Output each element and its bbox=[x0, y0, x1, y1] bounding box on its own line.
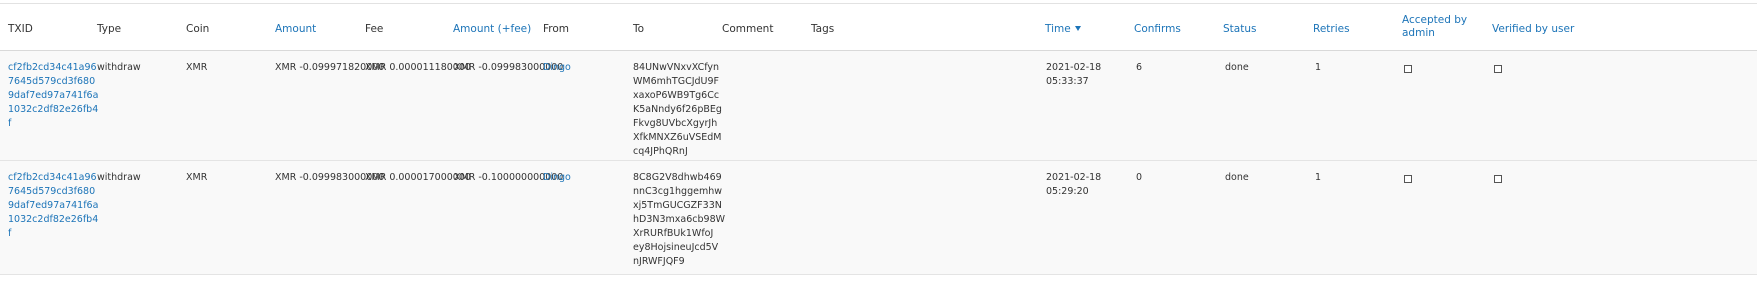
type-cell: withdraw bbox=[97, 62, 141, 73]
to-address-cell: 8C8G2V8dhwb469 nnC3cg1hggemhw xj5TmGUCGZ… bbox=[633, 172, 726, 267]
header-txid: TXID bbox=[8, 23, 33, 35]
status-cell: done bbox=[1225, 172, 1249, 183]
txid-link[interactable]: cf2fb2cd34c41a96 7645d579cd3f680 9daf7ed… bbox=[8, 61, 98, 131]
type-cell: withdraw bbox=[97, 172, 141, 183]
header-comment: Comment bbox=[722, 23, 774, 35]
header-coin: Coin bbox=[186, 23, 210, 35]
header-tags: Tags bbox=[811, 23, 835, 35]
accepted-checkbox[interactable] bbox=[1404, 175, 1412, 183]
table-header: TXID Type Coin Amount Fee Amount (+fee) … bbox=[0, 4, 1757, 51]
from-link[interactable]: Dingo bbox=[543, 61, 571, 75]
time-cell: 2021-02-18 05:33:37 bbox=[1046, 62, 1102, 87]
header-time-sort[interactable]: Time bbox=[1045, 22, 1081, 36]
header-accepted-sort-link[interactable]: Accepted by admin bbox=[1402, 14, 1467, 40]
retries-cell: 1 bbox=[1315, 62, 1322, 73]
header-verified-sort-link[interactable]: Verified by user bbox=[1492, 22, 1574, 36]
confirms-cell: 0 bbox=[1136, 172, 1143, 183]
header-type: Type bbox=[97, 23, 122, 35]
retries-cell: 1 bbox=[1315, 172, 1322, 183]
header-status-sort-link[interactable]: Status bbox=[1223, 22, 1256, 36]
status-cell: done bbox=[1225, 62, 1249, 73]
to-address-cell: 84UNwVNxvXCfyn WM6mhTGCJdU9F xaxoP6WB9Tg… bbox=[633, 62, 722, 157]
confirms-cell: 6 bbox=[1136, 62, 1143, 73]
from-link[interactable]: Dingo bbox=[543, 171, 571, 185]
coin-cell: XMR bbox=[186, 62, 208, 73]
header-from: From bbox=[543, 23, 570, 35]
txid-link[interactable]: cf2fb2cd34c41a96 7645d579cd3f680 9daf7ed… bbox=[8, 171, 98, 241]
header-time-label: Time bbox=[1045, 23, 1071, 35]
coin-cell: XMR bbox=[186, 172, 208, 183]
time-cell: 2021-02-18 05:29:20 bbox=[1046, 172, 1102, 197]
sort-descending-icon bbox=[1074, 26, 1081, 31]
verified-checkbox[interactable] bbox=[1494, 175, 1502, 183]
header-fee: Fee bbox=[365, 23, 384, 35]
header-confirms-sort-link[interactable]: Confirms bbox=[1134, 22, 1181, 36]
header-to: To bbox=[633, 23, 645, 35]
table-row: cf2fb2cd34c41a96 7645d579cd3f680 9daf7ed… bbox=[0, 161, 1757, 275]
table-row: cf2fb2cd34c41a96 7645d579cd3f680 9daf7ed… bbox=[0, 51, 1757, 161]
header-amount-fee-sort-link[interactable]: Amount (+fee) bbox=[453, 22, 531, 36]
verified-checkbox[interactable] bbox=[1494, 65, 1502, 73]
accepted-checkbox[interactable] bbox=[1404, 65, 1412, 73]
header-retries-sort-link[interactable]: Retries bbox=[1313, 22, 1350, 36]
header-amount-sort-link[interactable]: Amount bbox=[275, 22, 316, 36]
